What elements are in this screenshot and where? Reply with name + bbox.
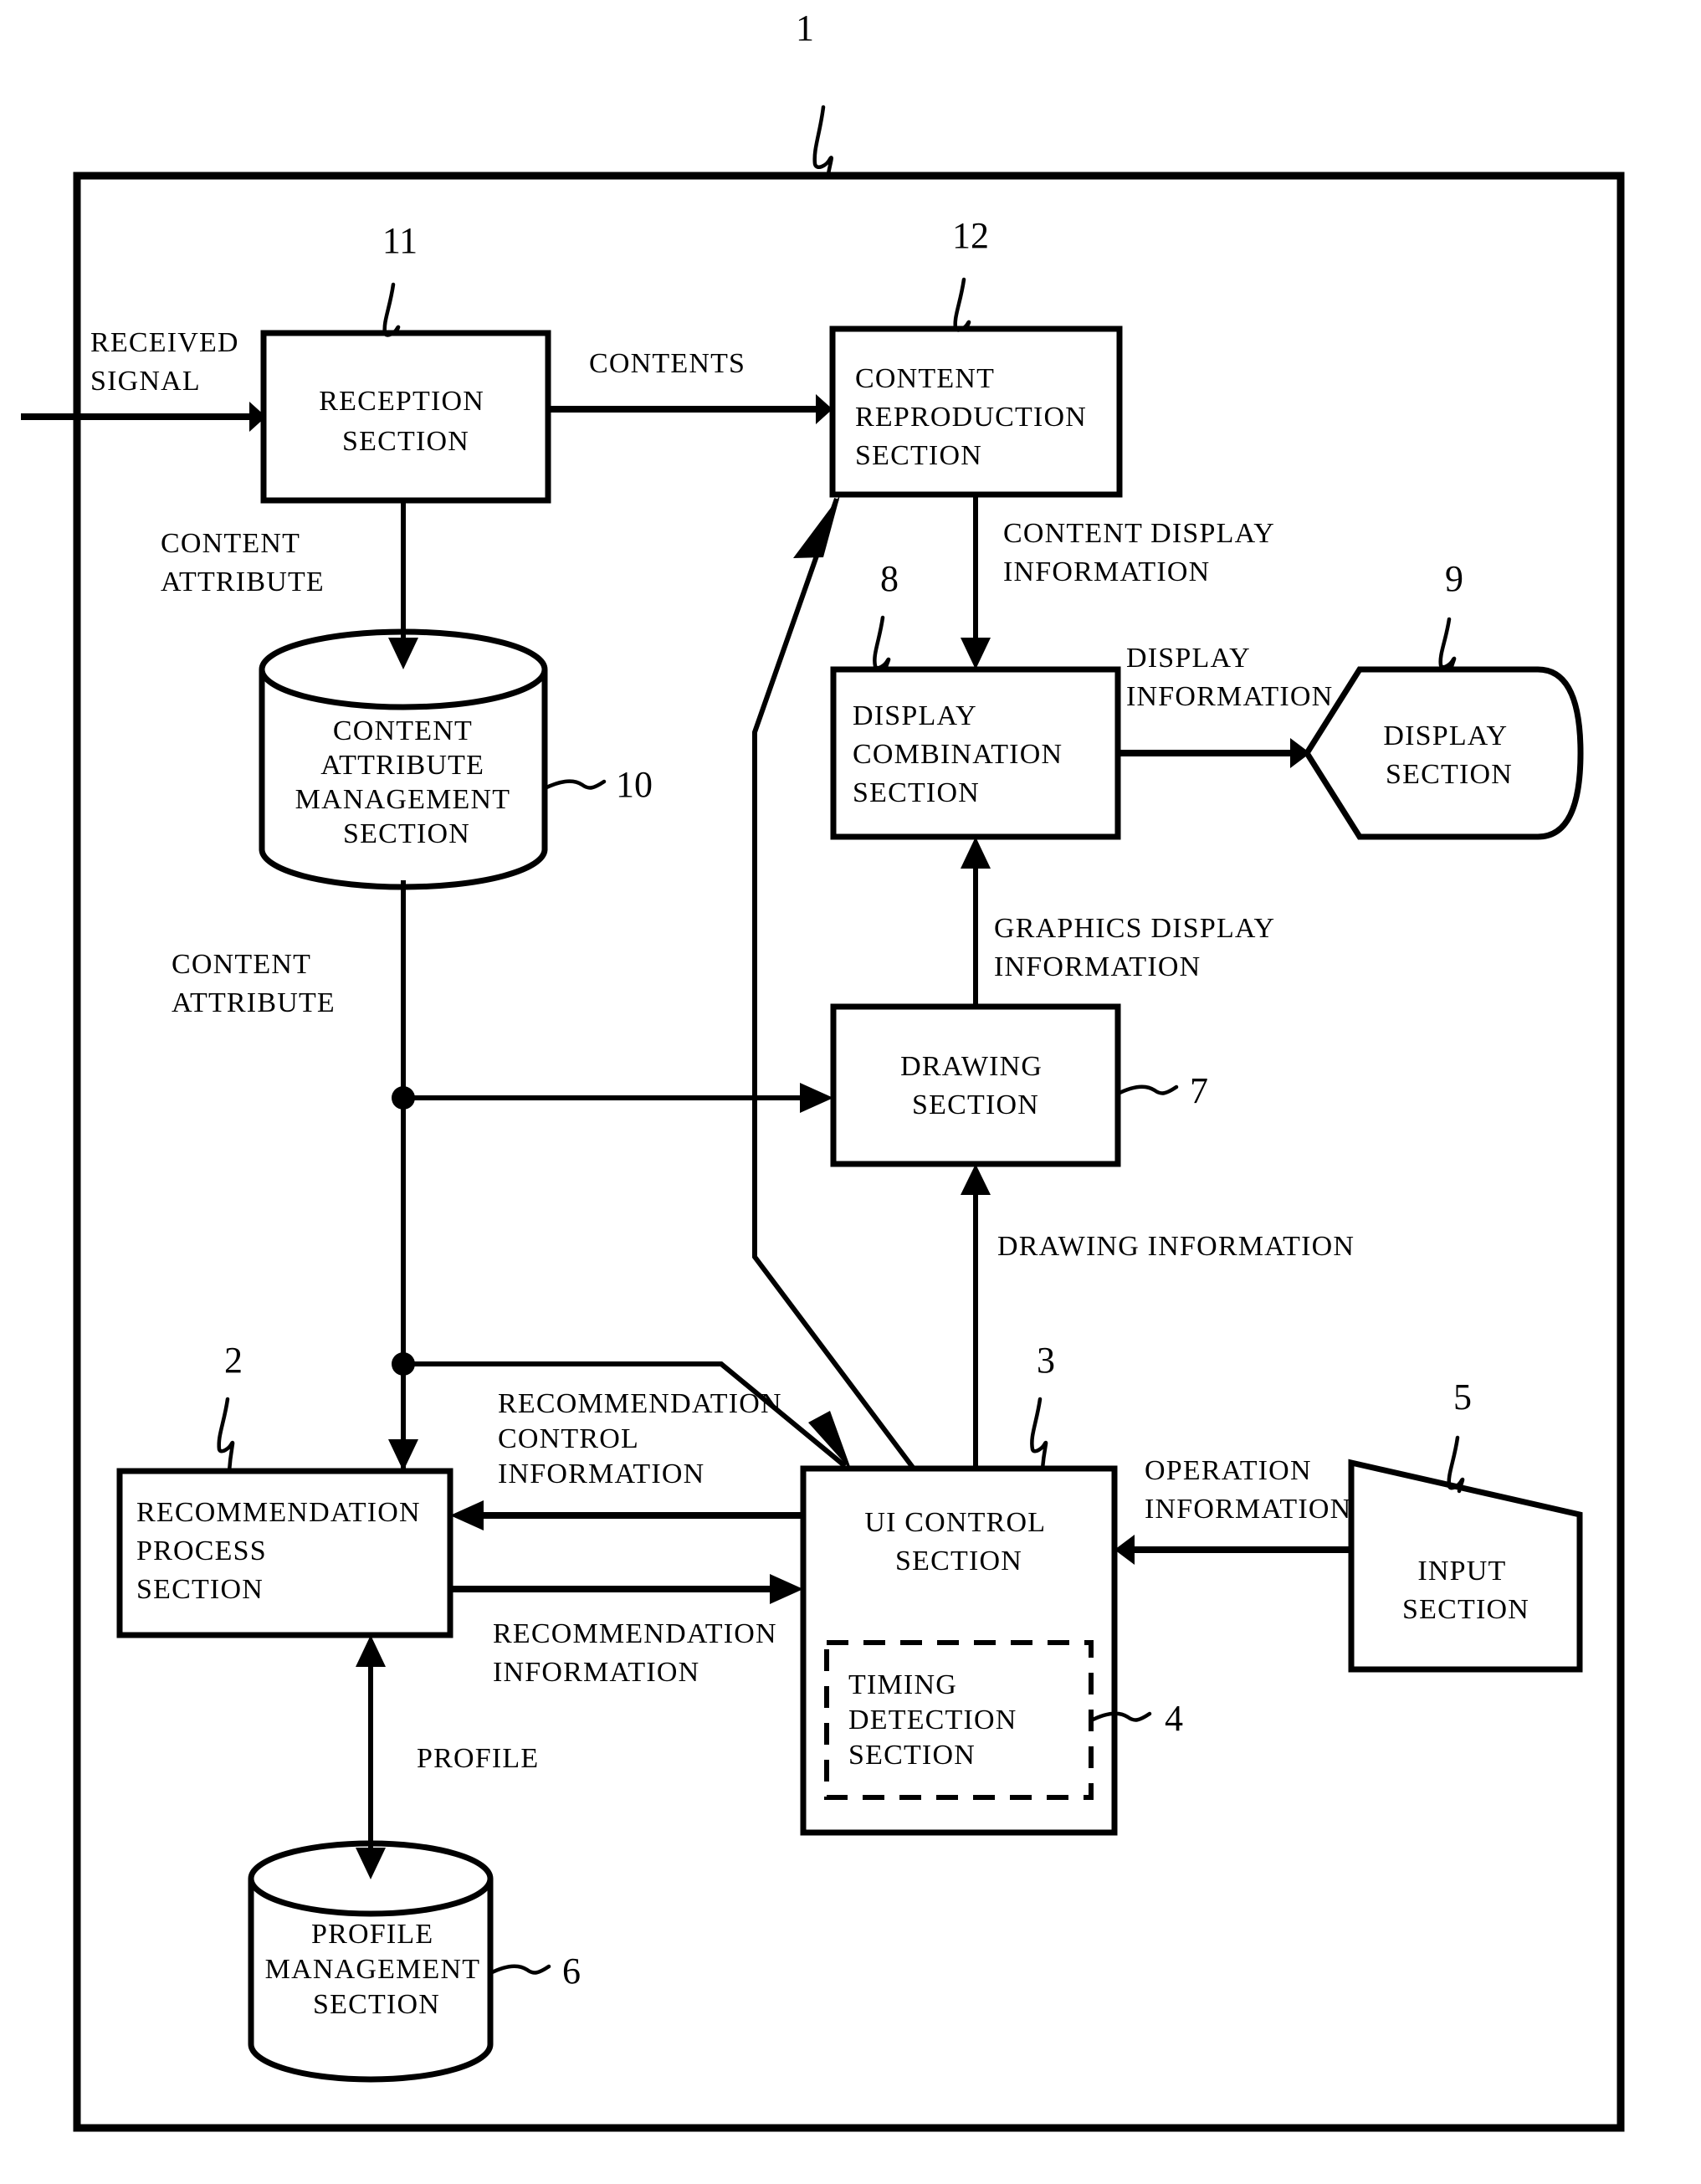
block-diagram-svg: 1 11 RECEPTION SECTION RECEIVED SIGNAL 1… [21, 8, 1625, 2132]
arrowhead-recommendation-information [770, 1574, 803, 1604]
edge-label-graphics-display-information: GRAPHICS DISPLAY INFORMATION [994, 913, 1283, 982]
arrowhead-content-display-information [961, 638, 991, 669]
ref-number-display-section: 9 [1445, 558, 1463, 599]
leader-line-system [812, 105, 833, 177]
leader-line-profile-management [488, 1964, 551, 1976]
ref-number-reception: 11 [382, 220, 418, 261]
edge-label-contents: CONTENTS [589, 348, 745, 379]
ref-number-display-combination: 8 [880, 558, 899, 599]
leader-line-ui-control [1030, 1397, 1048, 1471]
arrowhead-recommendation-control-information [450, 1500, 484, 1530]
ref-number-profile-management: 6 [562, 1951, 581, 1992]
edge-label-drawing-information: DRAWING INFORMATION [997, 1231, 1355, 1262]
arrowhead-content-attribute-to-recommendation [388, 1439, 418, 1471]
edge-label-content-display-information: CONTENT DISPLAY INFORMATION [1003, 518, 1282, 587]
patent-figure: 1 11 RECEPTION SECTION RECEIVED SIGNAL 1… [0, 0, 1701, 2184]
leader-line-display-combination [873, 615, 891, 672]
edge-label-recommendation-control-information: RECOMMENDATION CONTROL INFORMATION [498, 1388, 791, 1489]
leader-line-reception [382, 282, 401, 337]
edge-ui-control-to-content-reproduction [752, 498, 916, 1470]
edge-label-operation-information: OPERATION INFORMATION [1145, 1455, 1351, 1525]
leader-line-content-reproduction [953, 277, 971, 332]
arrowhead-content-attribute-to-drawing [800, 1083, 833, 1113]
ref-number-recommendation-process: 2 [224, 1340, 243, 1381]
leader-line-recommendation-process [217, 1397, 235, 1474]
edge-label-profile: PROFILE [417, 1743, 539, 1774]
arrowhead-drawing-information [961, 1164, 991, 1195]
ref-number-timing-detection: 4 [1165, 1698, 1183, 1739]
edge-label-content-attribute-bottom: CONTENT ATTRIBUTE [172, 949, 336, 1018]
ref-number-content-attribute-management: 10 [616, 764, 653, 805]
arrowhead-operation-information [1114, 1535, 1135, 1565]
leader-line-display-section [1438, 617, 1457, 672]
arrowhead-profile-up [356, 1635, 386, 1667]
block-display-section [1303, 666, 1584, 840]
ref-number-ui-control: 3 [1037, 1340, 1055, 1381]
block-drawing-section [830, 1003, 1121, 1167]
ref-number-input-section: 5 [1453, 1377, 1472, 1418]
arrowhead-graphics-display-information [961, 837, 991, 869]
ref-number-system: 1 [796, 8, 814, 49]
edge-label-received-signal: RECEIVED SIGNAL [90, 327, 247, 397]
leader-line-drawing-section [1115, 1084, 1179, 1096]
edge-label-recommendation-information: RECOMMENDATION INFORMATION [493, 1618, 786, 1688]
leader-line-content-attribute-management [542, 779, 607, 791]
ref-number-drawing-section: 7 [1190, 1070, 1208, 1111]
block-reception-section [260, 330, 551, 504]
ref-number-content-reproduction: 12 [952, 215, 989, 256]
edge-label-display-information: DISPLAY INFORMATION [1126, 643, 1333, 712]
edge-label-content-attribute-top: CONTENT ATTRIBUTE [161, 528, 325, 597]
arrowhead-display-information [1290, 738, 1310, 768]
